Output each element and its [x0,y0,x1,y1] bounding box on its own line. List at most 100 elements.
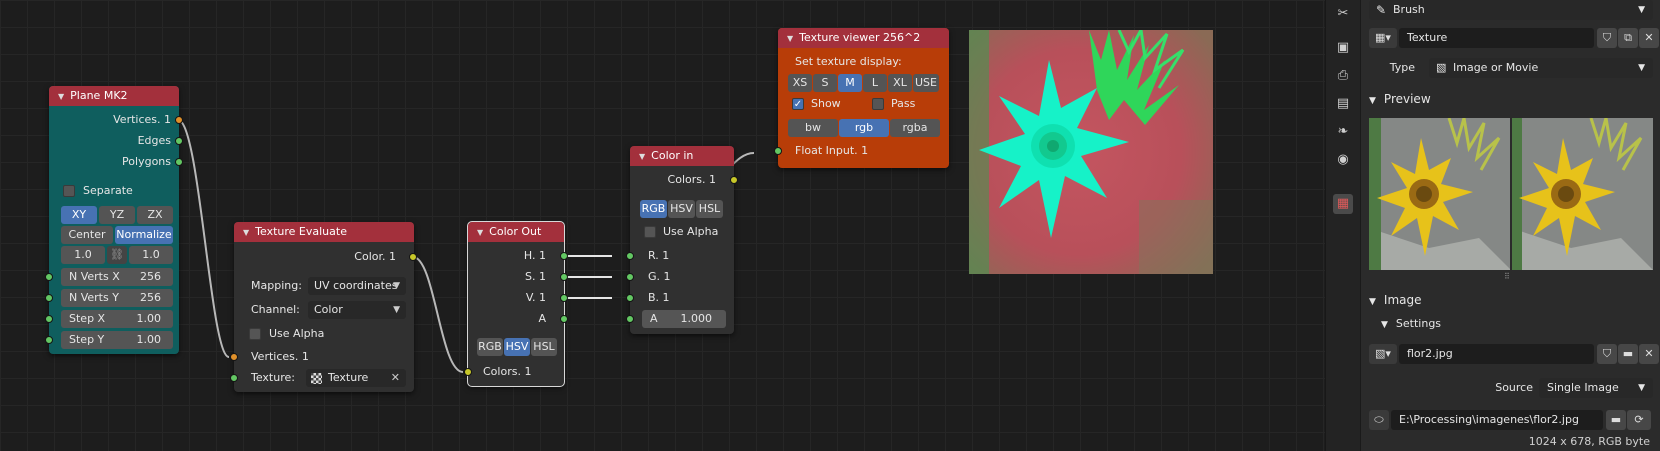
settings-subpanel-header[interactable]: ▼ Settings [1381,313,1441,335]
socket-colors-in[interactable] [464,368,472,376]
socket-vertices-in[interactable] [230,353,238,361]
size-x-field[interactable]: 1.0 [61,246,105,264]
socket-a-out[interactable] [560,315,568,323]
size-use-button[interactable]: USE [913,74,939,92]
link-sizes-icon[interactable]: ⛓ [107,246,127,264]
texture-viewer-node[interactable]: ▼ Texture viewer 256^2 Set texture displa… [774,28,949,168]
size-y-field[interactable]: 1.0 [129,246,173,264]
socket-s-out[interactable] [560,273,568,281]
mode-hsv-button[interactable]: HSV [668,200,695,218]
socket-edges-out[interactable] [175,137,183,145]
texture-name-field[interactable]: Texture [1399,28,1594,48]
normalize-button[interactable]: Normalize [115,226,173,244]
fake-user-shield-icon[interactable]: ⛉ [1597,28,1617,48]
preview-panel-header[interactable]: ▼ Preview [1369,88,1431,110]
show-checkbox[interactable]: ✓ [792,98,804,110]
use-alpha-checkbox[interactable] [249,328,261,340]
open-folder-icon[interactable]: ▬ [1618,344,1638,364]
mode-hsl-button[interactable]: HSL [531,338,557,356]
size-l-button[interactable]: L [863,74,887,92]
size-xl-button[interactable]: XL [888,74,912,92]
size-s-button[interactable]: S [813,74,837,92]
node-editor[interactable]: ▼ Plane MK2 Vertices. 1 Edges Polygons Se… [0,0,1325,451]
node-header[interactable]: ▼ Color Out [468,222,564,242]
mapping-dropdown[interactable]: UV coordinates ▼ [308,277,406,295]
axis-zx-button[interactable]: ZX [137,206,173,224]
image-panel-header[interactable]: ▼ Image [1369,289,1422,311]
channel-dropdown[interactable]: Color ▼ [308,301,406,319]
scene-icon[interactable]: ❧ [1333,122,1353,142]
socket-n-verts-x-in[interactable] [45,273,53,281]
node-header[interactable]: ▼ Texture Evaluate [234,222,414,242]
collapse-icon[interactable]: ▼ [787,34,793,43]
mode-hsl-button[interactable]: HSL [696,200,723,218]
source-dropdown[interactable]: Single Image ▼ [1539,378,1653,398]
socket-a-in[interactable] [626,315,634,323]
socket-b-in[interactable] [626,294,634,302]
view-layer-icon[interactable]: ▤ [1333,94,1353,114]
mode-bw-button[interactable]: bw [788,119,838,137]
plane-mk2-node[interactable]: ▼ Plane MK2 Vertices. 1 Edges Polygons Se… [45,86,183,354]
center-button[interactable]: Center [61,226,113,244]
axis-xy-button[interactable]: XY [61,206,97,224]
image-browse-icon[interactable]: ▧▾ [1369,344,1397,364]
step-y-field[interactable]: Step Y 1.00 [61,331,173,349]
socket-step-x-in[interactable] [45,315,53,323]
close-icon[interactable]: ✕ [1639,28,1659,48]
filepath-field[interactable]: E:\Processing\imagenes\flor2.jpg [1391,410,1603,430]
texture-evaluate-node[interactable]: ▼ Texture Evaluate Color. 1 Mapping: UV c… [230,222,417,392]
socket-step-y-in[interactable] [45,336,53,344]
file-browse-folder-icon[interactable]: ▬ [1606,410,1626,430]
axis-yz-button[interactable]: YZ [99,206,135,224]
tool-settings-icon[interactable]: ✂ [1333,4,1353,24]
socket-color-out[interactable] [409,253,417,261]
fake-user-shield-icon[interactable]: ⛉ [1597,344,1617,364]
output-icon[interactable]: ⎙ [1333,66,1353,86]
mode-rgb-button[interactable]: rgb [839,119,889,137]
collapse-icon[interactable]: ▼ [243,228,249,237]
type-dropdown[interactable]: ▧ Image or Movie ▼ [1429,58,1653,78]
collapse-icon[interactable]: ▼ [477,228,483,237]
socket-float-in[interactable] [774,147,782,155]
render-icon[interactable]: ▣ [1333,38,1353,58]
mode-rgba-button[interactable]: rgba [890,119,940,137]
n-verts-y-field[interactable]: N Verts Y 256 [61,289,173,307]
socket-h-out[interactable] [560,252,568,260]
use-alpha-checkbox[interactable] [644,226,656,238]
node-header[interactable]: ▼ Plane MK2 [49,86,179,106]
socket-v-out[interactable] [560,294,568,302]
collapse-icon[interactable]: ▼ [58,92,64,101]
socket-polygons-out[interactable] [175,158,183,166]
color-out-node[interactable]: ▼ Color Out H. 1 S. 1 V. 1 A RGB HSV HSL … [464,221,568,387]
node-header[interactable]: ▼ Texture viewer 256^2 [778,28,949,48]
socket-g-in[interactable] [626,273,634,281]
size-xs-button[interactable]: XS [788,74,812,92]
pass-checkbox[interactable] [872,98,884,110]
mode-rgb-button[interactable]: RGB [640,200,667,218]
close-icon[interactable]: ✕ [391,369,400,387]
socket-colors-out[interactable] [730,176,738,184]
separate-checkbox[interactable] [63,185,75,197]
image-name-field[interactable]: flor2.jpg [1399,344,1594,364]
brush-dropdown[interactable]: ✎ Brush ▼ [1369,0,1653,20]
size-m-button[interactable]: M [838,74,862,92]
mode-hsv-button[interactable]: HSV [504,338,530,356]
socket-r-in[interactable] [626,252,634,260]
n-verts-x-field[interactable]: N Verts X 256 [61,268,173,286]
step-x-field[interactable]: Step X 1.00 [61,310,173,328]
socket-n-verts-y-in[interactable] [45,294,53,302]
pack-icon[interactable]: ⬭ [1369,410,1389,430]
alpha-field[interactable]: A 1.000 [642,310,726,328]
texture-field[interactable]: Texture ✕ [306,369,406,387]
close-icon[interactable]: ✕ [1639,344,1659,364]
socket-texture-in[interactable] [230,374,238,382]
texture-tab-icon[interactable]: ▦ [1333,194,1353,214]
resize-handle-icon[interactable]: ⠿ [1504,272,1510,281]
texture-browse-icon[interactable]: ▦▾ [1369,28,1397,48]
duplicate-icon[interactable]: ⧉ [1618,28,1638,48]
socket-vertices-out[interactable] [175,116,183,124]
mode-rgb-button[interactable]: RGB [477,338,503,356]
collapse-icon[interactable]: ▼ [639,152,645,161]
node-header[interactable]: ▼ Color in [630,146,734,166]
color-in-node[interactable]: ▼ Color in Colors. 1 RGB HSV HSL Use Alph… [626,146,738,334]
